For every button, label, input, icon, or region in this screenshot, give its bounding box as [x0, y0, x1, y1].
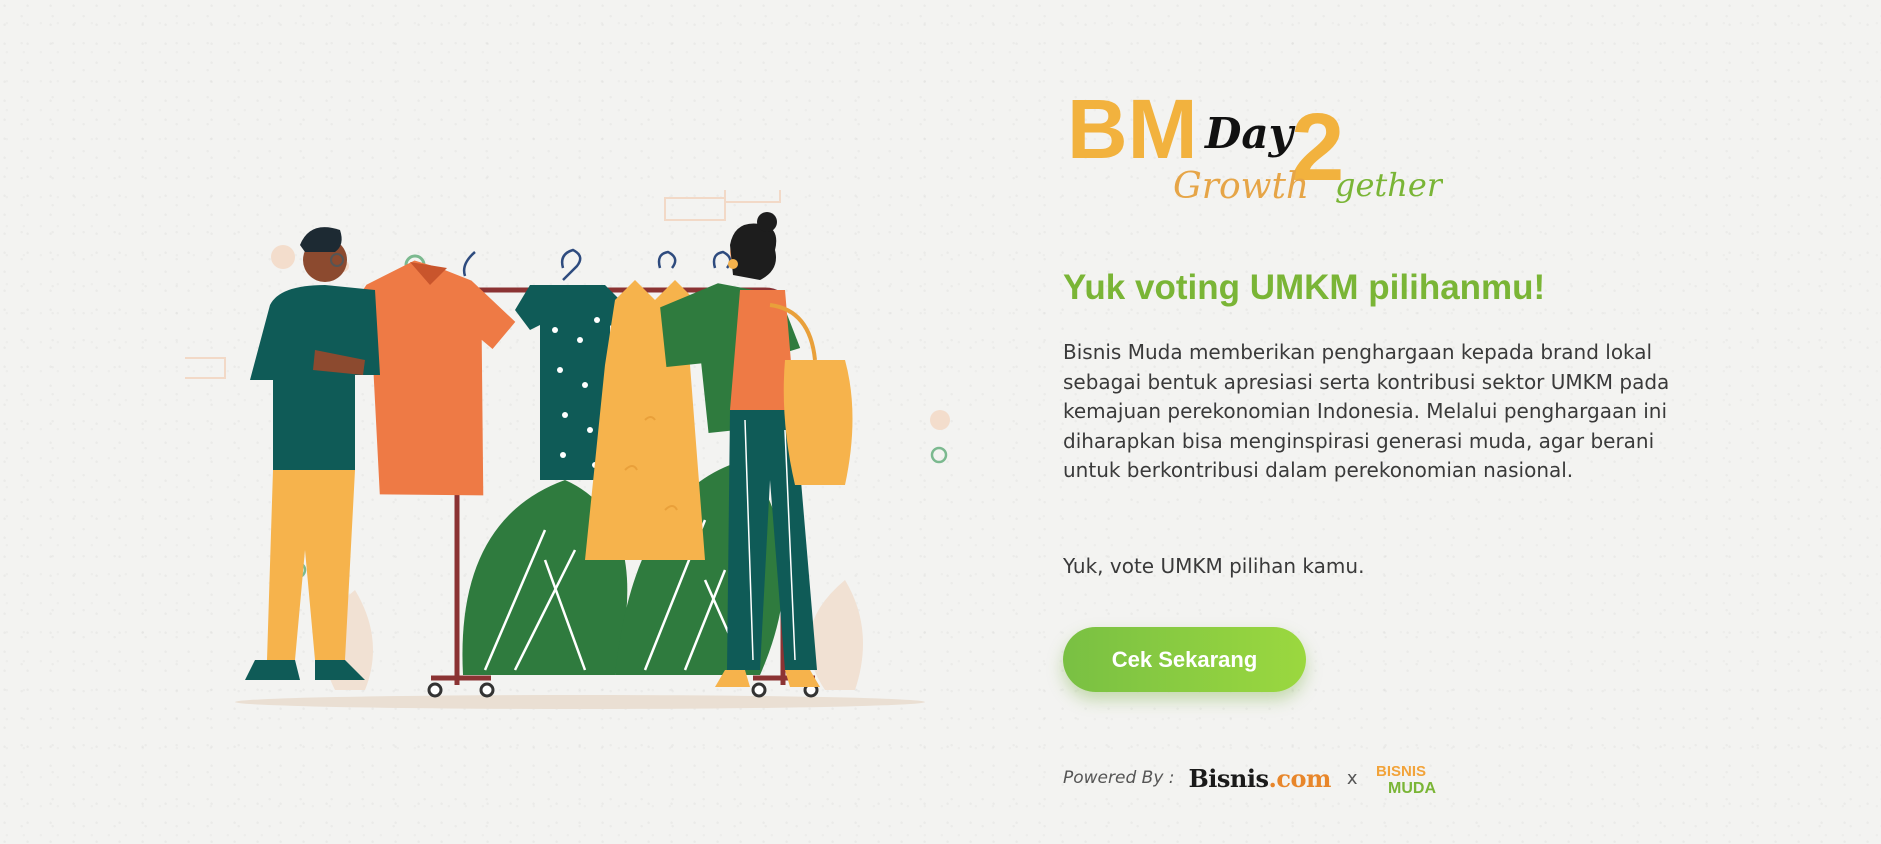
powered-by: Powered By : Bisnis.com x BISNIS MUDA — [1063, 758, 1440, 798]
powered-by-label: Powered By : — [1063, 768, 1175, 788]
clothes-rack-illustration — [185, 190, 950, 709]
vote-prompt-text: Yuk, vote UMKM pilihan kamu. — [1063, 554, 1365, 578]
bisnis-com-suffix: .com — [1268, 763, 1332, 793]
page-headline: Yuk voting UMKM pilihanmu! — [1063, 268, 1546, 307]
cek-sekarang-button[interactable]: Cek Sekarang — [1063, 627, 1306, 692]
logo-gether-text: gether — [1335, 166, 1443, 204]
bisnis-muda-line1: BISNIS — [1376, 763, 1426, 780]
bisnis-muda-line2: MUDA — [1388, 780, 1436, 795]
description-text: Bisnis Muda memberikan penghargaan kepad… — [1063, 340, 1670, 482]
logo-growth-text: Growth — [1173, 166, 1309, 207]
logo-separator: x — [1346, 767, 1358, 789]
bm-day-logo: BM Day 2 Growth gether — [1067, 88, 1443, 207]
bisnis-muda-logo: BISNIS MUDA — [1376, 763, 1436, 795]
bisnis-com-name: Bisnis — [1188, 763, 1270, 793]
logo-day-text: Day — [1204, 109, 1296, 158]
bisnis-com-logo: Bisnis.com — [1188, 763, 1332, 793]
logo-bm-letters: BM — [1067, 88, 1198, 176]
content-panel: BM Day 2 Growth gether Yuk voting UMKM p… — [1063, 0, 1823, 844]
